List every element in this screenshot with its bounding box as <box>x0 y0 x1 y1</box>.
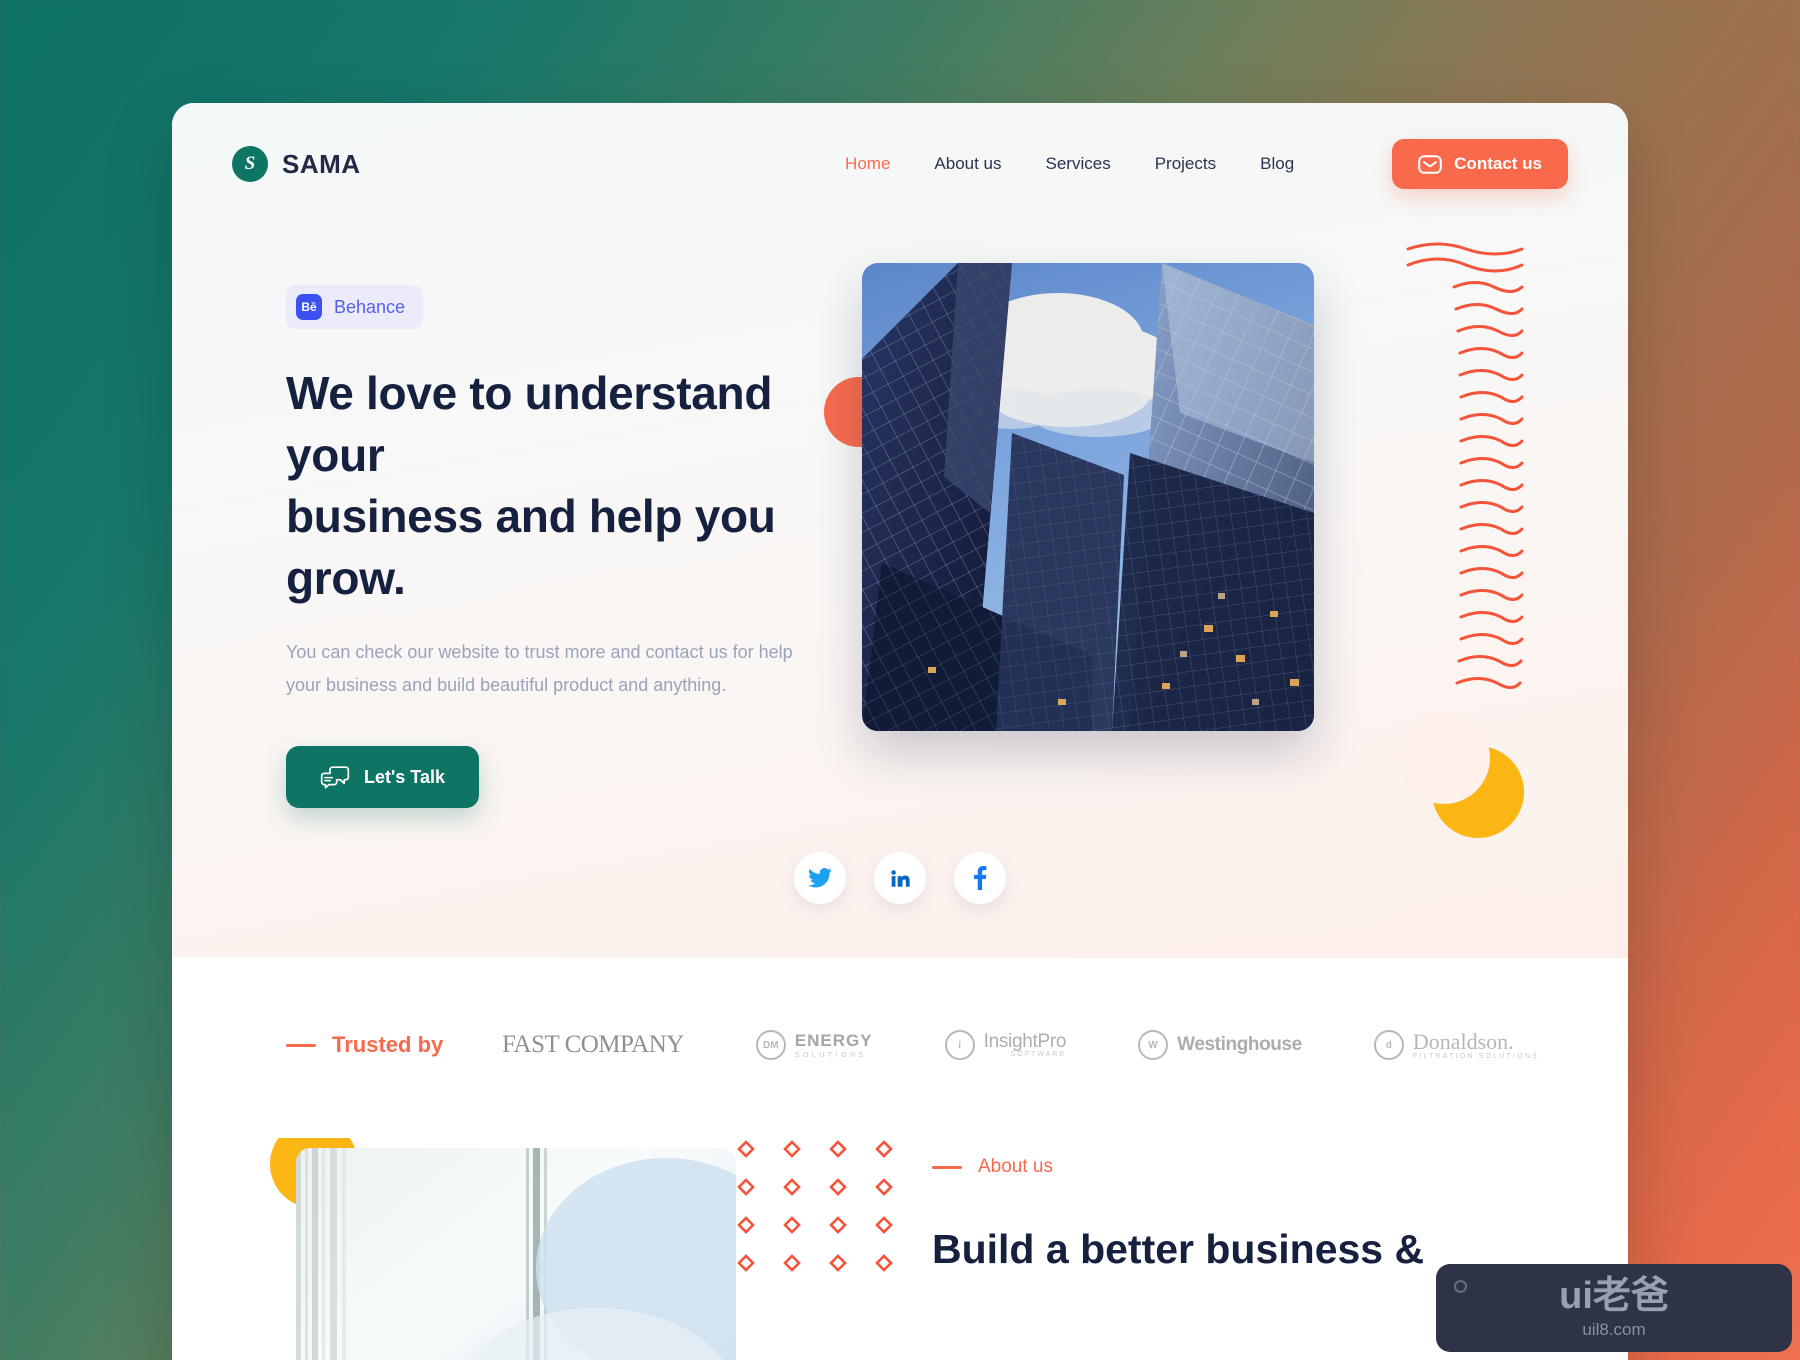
social-linkedin-button[interactable] <box>874 852 926 904</box>
energy-ring-icon: DM <box>755 1030 786 1060</box>
hero-title-line-1: We love to understand your <box>286 367 773 481</box>
logo-energy-sub: SOLUTIONS <box>794 1051 867 1059</box>
website-mockup-card: S SAMA Home About us Services Projects B… <box>172 103 1628 1360</box>
decor-wavy-lines <box>1404 235 1524 725</box>
main-navbar: S SAMA Home About us Services Projects B… <box>172 103 1628 189</box>
lets-talk-button[interactable]: Let's Talk <box>286 746 479 809</box>
trusted-by-label: Trusted by <box>232 1032 502 1058</box>
social-links <box>172 852 1628 904</box>
logo-donaldson: d Donaldson. FILTRATION SOLUTIONS <box>1373 1028 1540 1060</box>
hero-visual-column <box>824 242 1568 839</box>
hero-text-column: Bē Behance We love to understand your bu… <box>232 285 832 809</box>
watermark-url: uil8.com <box>1582 1319 1646 1339</box>
logo-insight-pro: i InsightPro SOFTWARE <box>944 1030 1067 1060</box>
watermark-title: ui老爸 <box>1559 1274 1669 1317</box>
social-twitter-button[interactable] <box>794 852 846 904</box>
decor-diamond-dots <box>732 1138 932 1272</box>
watermark-dot-icon <box>1454 1280 1467 1293</box>
logo-energy-main: ENERGY <box>794 1030 873 1050</box>
about-heading: Build a better business & <box>932 1226 1425 1272</box>
social-facebook-button[interactable] <box>954 852 1006 904</box>
logo-donaldson-sub: FILTRATION SOLUTIONS <box>1412 1052 1540 1060</box>
hero-title-line-2: business and help you grow. <box>286 490 776 604</box>
nav-item-projects[interactable]: Projects <box>1155 154 1216 174</box>
brand-mark-icon: S <box>232 146 268 182</box>
logo-energy-solutions: DM ENERGY SOLUTIONS <box>755 1030 873 1060</box>
decor-yellow-crescent <box>1398 712 1524 839</box>
trusted-by-text: Trusted by <box>332 1032 444 1057</box>
nav-item-home[interactable]: Home <box>845 154 890 174</box>
behance-icon: Bē <box>296 294 322 320</box>
partner-logos: FAST COMPANY DM ENERGY SOLUTIONS i Insig… <box>502 1030 1539 1060</box>
envelope-icon <box>1418 154 1442 174</box>
logo-donaldson-main: Donaldson. <box>1412 1028 1514 1054</box>
twitter-icon <box>808 868 832 888</box>
behance-badge[interactable]: Bē Behance <box>286 285 424 329</box>
hero-subtitle-line-2: your business and build beautiful produc… <box>286 674 727 695</box>
hero-subtitle: You can check our website to trust more … <box>286 636 832 703</box>
about-section: About us Build a better business & <box>172 1138 1628 1360</box>
chat-bubbles-icon <box>320 765 350 789</box>
nav-links: Home About us Services Projects Blog Con… <box>845 139 1568 189</box>
westinghouse-crown-icon: W <box>1138 1030 1169 1060</box>
about-eyebrow-text: About us <box>978 1156 1053 1177</box>
logo-fast-company: FAST COMPANY <box>502 1031 684 1059</box>
logo-insightpro-sub: SOFTWARE <box>1010 1051 1067 1058</box>
watermark-badge: ui老爸 uil8.com <box>1436 1264 1792 1352</box>
about-text-column: About us Build a better business & <box>932 1156 1424 1277</box>
facebook-icon <box>973 866 987 890</box>
nav-item-blog[interactable]: Blog <box>1260 154 1294 174</box>
lets-talk-label: Let's Talk <box>364 766 445 787</box>
hero-subtitle-line-1: You can check our website to trust more … <box>286 641 793 662</box>
contact-us-button[interactable]: Contact us <box>1392 139 1568 189</box>
logo-insightpro-main: InsightPro <box>983 1031 1067 1052</box>
hero-content: Bē Behance We love to understand your bu… <box>172 189 1628 839</box>
about-image <box>296 1148 736 1360</box>
about-eyebrow: About us <box>932 1156 1424 1178</box>
donaldson-mark-icon: d <box>1373 1030 1404 1060</box>
nav-item-about-us[interactable]: About us <box>934 154 1001 174</box>
hero-title: We love to understand your business and … <box>286 363 832 610</box>
nav-item-services[interactable]: Services <box>1046 154 1111 174</box>
behance-label: Behance <box>334 296 406 317</box>
contact-us-label: Contact us <box>1454 154 1542 173</box>
brand-name: SAMA <box>282 148 361 179</box>
logo-fast-company-text: FAST COMPANY <box>502 1031 684 1058</box>
brand-logo[interactable]: S SAMA <box>232 146 361 182</box>
logo-westinghouse: W Westinghouse <box>1138 1030 1302 1060</box>
hero-image <box>862 263 1314 731</box>
hero-section: S SAMA Home About us Services Projects B… <box>172 103 1628 958</box>
logo-westinghouse-text: Westinghouse <box>1177 1034 1302 1055</box>
about-accent-dash <box>932 1165 962 1169</box>
insightpro-ring-icon: i <box>944 1030 975 1060</box>
linkedin-icon <box>889 867 911 889</box>
accent-dash <box>286 1043 316 1047</box>
trusted-by-section: Trusted by FAST COMPANY DM ENERGY SOLUTI… <box>172 958 1628 1060</box>
